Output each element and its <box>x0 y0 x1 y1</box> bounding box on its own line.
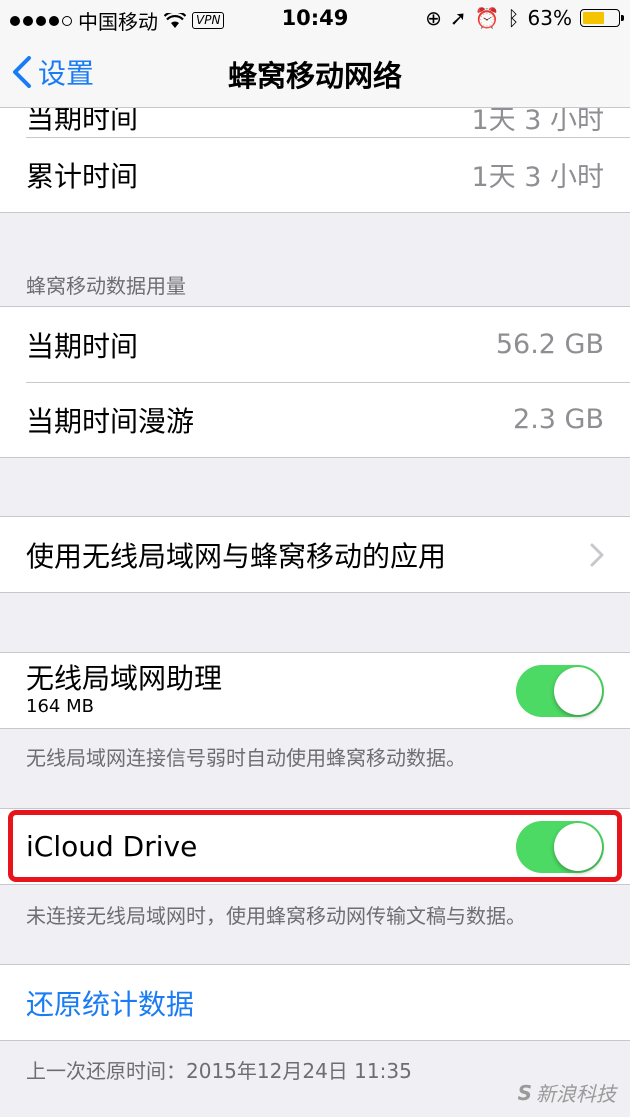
list-item-roaming: 当期时间漫游 2.3 GB <box>0 382 630 457</box>
data-usage-group: 当期时间 56.2 GB 当期时间漫游 2.3 GB <box>0 306 630 458</box>
reset-group: 还原统计数据 <box>0 964 630 1041</box>
alarm-icon: ⏰ <box>474 6 500 30</box>
section-header: 蜂窝移动数据用量 <box>26 274 186 298</box>
row-label: 使用无线局域网与蜂窝移动的应用 <box>26 539 447 573</box>
list-item-total-time: 累计时间 1天 3 小时 <box>0 137 630 212</box>
list-item-current-period: 当期时间 56.2 GB <box>0 307 630 382</box>
nav-bar-overlay: 设置 蜂窝移动网络 <box>0 36 630 108</box>
row-value: 1天 3 小时 <box>471 162 604 193</box>
location-icon: ➚ <box>449 6 467 30</box>
last-reset-time: 上一次还原时间：2015年12月24日 11:35 <box>26 1059 412 1083</box>
bluetooth-icon: ᛒ <box>507 6 520 30</box>
wlan-assist-group: 无线局域网助理 164 MB <box>0 652 630 729</box>
reset-statistics-button[interactable]: 还原统计数据 <box>0 965 630 1040</box>
sina-tech-watermark: S 新浪科技 <box>518 1078 616 1107</box>
row-value: 2.3 GB <box>513 404 604 435</box>
sina-logo-icon: S <box>517 1080 532 1105</box>
page-title: 蜂窝移动网络 <box>227 59 402 93</box>
icloud-footer: 未连接无线局域网时，使用蜂窝移动网传输文稿与数据。 <box>26 904 526 928</box>
row-label: 当期时间漫游 <box>26 404 195 438</box>
wlan-assist-row: 无线局域网助理 164 MB <box>0 653 630 728</box>
chevron-right-icon <box>590 543 604 566</box>
apps-group: 使用无线局域网与蜂窝移动的应用 <box>0 516 630 593</box>
status-bar: 中国移动 VPN 10:49 ⊕ ➚ ⏰ ᛒ 63% <box>0 0 630 36</box>
row-label: 当期时间 <box>26 329 139 363</box>
wlan-assist-toggle[interactable] <box>516 664 604 717</box>
highlight-box <box>8 810 622 882</box>
row-label: 累计时间 <box>26 159 139 193</box>
battery-percent: 63% <box>527 6 572 30</box>
row-value: 56.2 GB <box>495 329 604 360</box>
row-label: 无线局域网助理 <box>26 661 223 695</box>
rotation-lock-icon: ⊕ <box>425 6 442 30</box>
watermark-text: 新浪科技 <box>536 1082 616 1106</box>
row-sublabel: 164 MB <box>26 695 94 717</box>
reset-statistics-label: 还原统计数据 <box>26 987 195 1021</box>
wlan-assist-footer: 无线局域网连接信号弱时自动使用蜂窝移动数据。 <box>26 746 466 770</box>
apps-using-wlan-cellular-row[interactable]: 使用无线局域网与蜂窝移动的应用 <box>0 517 630 592</box>
battery-icon <box>580 9 624 27</box>
